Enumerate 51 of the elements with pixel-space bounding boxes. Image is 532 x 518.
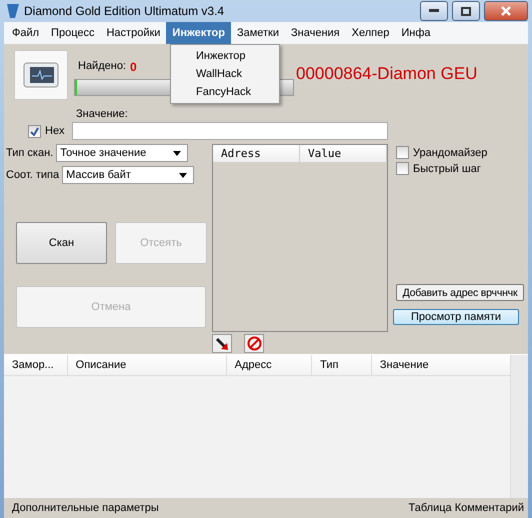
hex-label: Hex <box>45 125 65 137</box>
dropdown-arrow-icon <box>179 172 188 178</box>
hex-checkbox[interactable] <box>28 124 41 138</box>
found-count: 0 <box>130 60 137 74</box>
column-header[interactable]: Описание <box>68 355 227 375</box>
column-header[interactable]: Value <box>300 145 387 162</box>
window-title: Diamond Gold Edition Ultimatum v3.4 <box>24 4 226 18</box>
menu-item[interactable]: Заметки <box>230 22 286 44</box>
arrow-button[interactable] <box>212 334 232 353</box>
value-type-label: Соот. типа <box>6 169 60 181</box>
maximize-button[interactable] <box>452 1 480 21</box>
dropdown-item[interactable]: WallHack <box>171 65 279 83</box>
menu-item[interactable]: Настройки <box>100 22 166 44</box>
option-label: Быстрый шаг <box>413 162 481 174</box>
process-title: 00000864-Diamon GEU <box>296 64 478 84</box>
value-input[interactable] <box>72 122 388 140</box>
dropdown-arrow-icon <box>173 150 182 156</box>
minimize-icon <box>429 9 439 13</box>
column-header[interactable]: Адресс <box>226 355 312 375</box>
option-label: Урандомайзер <box>413 146 488 158</box>
scan-button[interactable]: Скан <box>16 222 107 264</box>
column-header[interactable]: Adress <box>213 145 300 162</box>
dropdown-item[interactable]: Инжектор <box>171 47 279 65</box>
menu-item[interactable]: Процесс <box>45 22 100 44</box>
option-checkbox[interactable] <box>396 146 409 159</box>
stop-button[interactable] <box>244 334 264 353</box>
scrollbar[interactable] <box>510 355 528 498</box>
menu-item[interactable]: Файл <box>6 22 46 44</box>
advanced-options-link[interactable]: Дополнительные параметры <box>12 502 159 514</box>
column-header[interactable]: Тип <box>312 355 372 375</box>
monitor-icon[interactable] <box>14 50 68 100</box>
add-address-button[interactable]: Добавить адрес врччнчк <box>396 284 524 301</box>
close-icon <box>501 6 511 16</box>
menu-item[interactable]: Инжектор <box>166 22 231 44</box>
app-logo-icon <box>6 3 20 19</box>
scan-type-label: Тип скан. <box>6 147 54 159</box>
close-button[interactable] <box>484 1 528 21</box>
maximize-icon <box>461 6 471 16</box>
comments-table-link[interactable]: Таблица Комментарий <box>408 502 524 514</box>
found-label: Найдено: <box>78 60 126 74</box>
value-type-select[interactable]: Массив байт <box>62 166 194 184</box>
menu-item[interactable]: Хелпер <box>346 22 396 44</box>
option-checkbox[interactable] <box>396 162 409 175</box>
menu-item[interactable]: Инфа <box>395 22 436 44</box>
memory-view-button[interactable]: Просмотр памяти <box>393 309 519 325</box>
minimize-button[interactable] <box>420 1 448 21</box>
scan-type-select[interactable]: Точное значение <box>56 144 188 162</box>
dropdown-item[interactable]: FancyHack <box>171 83 279 101</box>
menu-item[interactable]: Значения <box>285 22 346 44</box>
column-header[interactable]: Замор... <box>4 355 68 375</box>
value-label: Значение: <box>76 108 129 120</box>
